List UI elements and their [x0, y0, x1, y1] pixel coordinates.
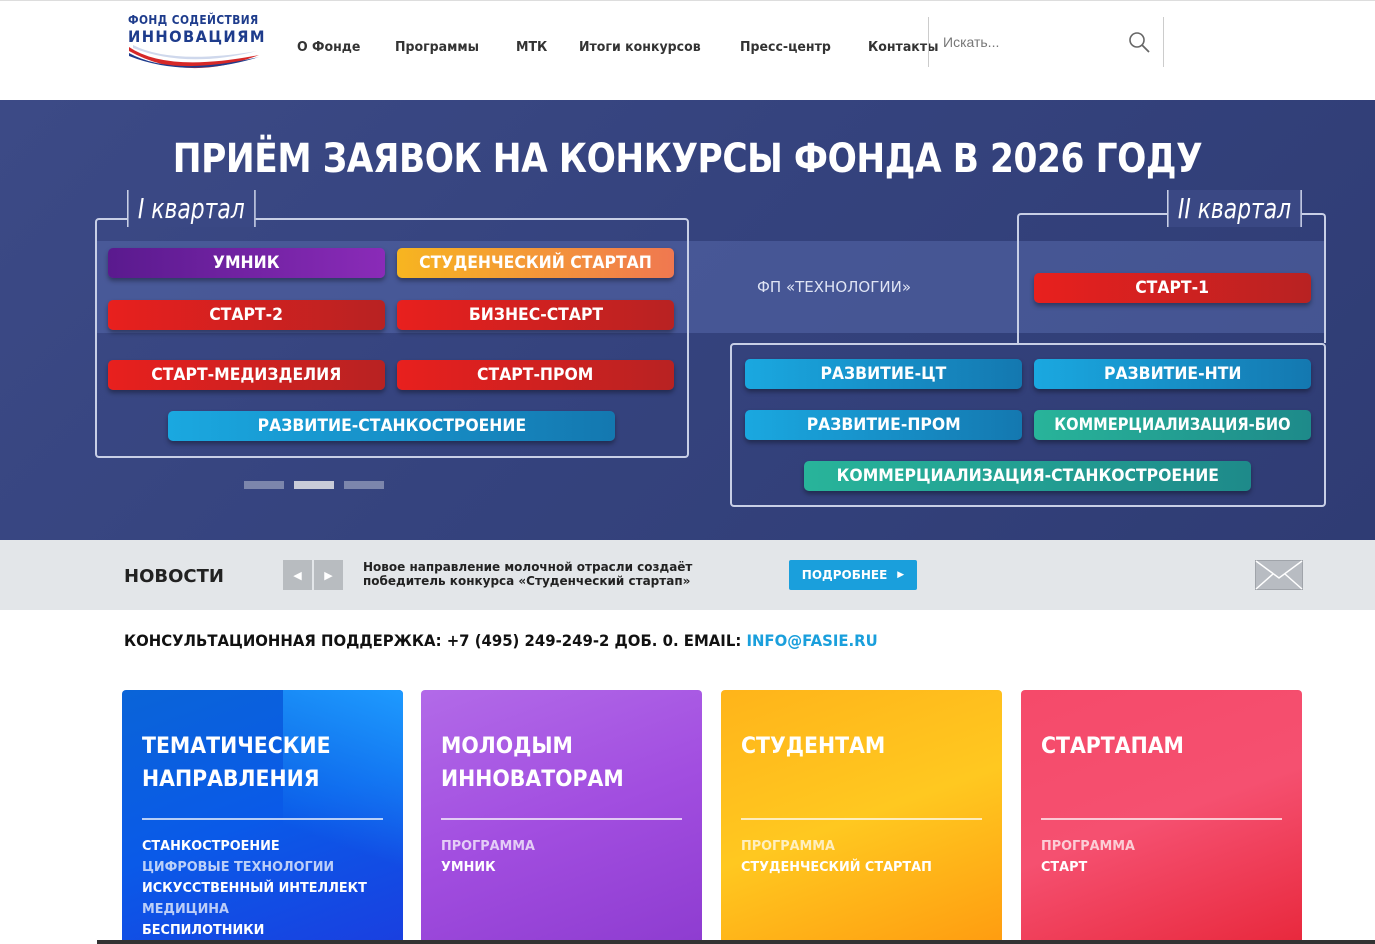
card-young-innovators[interactable]: МОЛОДЫМ ИННОВАТОРАМ ПРОГРАММА УМНИК [421, 690, 702, 944]
card-list: СТАНКОСТРОЕНИЕ ЦИФРОВЫЕ ТЕХНОЛОГИИ ИСКУС… [142, 836, 379, 941]
card-list: ПРОГРАММА УМНИК [441, 836, 540, 878]
card-title: СТАРТАПАМ [1041, 734, 1184, 759]
pill-start-prom[interactable]: СТАРТ-ПРОМ [397, 360, 674, 390]
card-program-label: ПРОГРАММА [741, 838, 835, 854]
nav-programs[interactable]: Программы [395, 39, 479, 55]
consult-email-link[interactable]: INFO@FASIE.RU [746, 631, 877, 650]
card-program-label: ПРОГРАММА [441, 838, 535, 854]
card-item-digital-tech[interactable]: ЦИФРОВЫЕ ТЕХНОЛОГИИ [142, 857, 367, 878]
nav-mtk[interactable]: МТК [516, 39, 547, 55]
search-box [928, 17, 1164, 67]
card-title: МОЛОДЫМ ИННОВАТОРАМ [441, 734, 624, 792]
pill-umnik[interactable]: УМНИК [108, 248, 385, 278]
search-icon[interactable] [1127, 30, 1151, 54]
pill-commercialization-bio[interactable]: КОММЕРЦИАЛИЗАЦИЯ-БИО [1034, 410, 1311, 440]
hero-banner[interactable]: ПРИЁМ ЗАЯВОК НА КОНКУРСЫ ФОНДА В 2026 ГО… [0, 100, 1375, 540]
consult-text: КОНСУЛЬТАЦИОННАЯ ПОДДЕРЖКА: +7 (495) 249… [124, 631, 747, 650]
news-prev-button[interactable]: ◀ [283, 560, 312, 590]
news-headline[interactable]: Новое направление молочной отрасли созда… [363, 560, 743, 588]
card-divider [142, 818, 383, 820]
q2-label: II квартал [1167, 190, 1303, 227]
site-header: ФОНД СОДЕЙСТВИЯ ИННОВАЦИЯМ О Фонде Прогр… [0, 0, 1375, 100]
nav-press[interactable]: Пресс-центр [740, 39, 831, 55]
news-more-button[interactable]: ПОДРОБНЕЕ ▶ [789, 560, 917, 590]
logo-swoosh-icon [129, 45, 259, 69]
mail-icon[interactable] [1255, 560, 1303, 590]
card-thematic-directions[interactable]: ТЕМАТИЧЕСКИЕ НАПРАВЛЕНИЯ СТАНКОСТРОЕНИЕ … [122, 690, 403, 944]
nav-about[interactable]: О Фонде [297, 39, 360, 55]
card-list: ПРОГРАММА СТУДЕНЧЕСКИЙ СТАРТАП [741, 836, 942, 878]
pill-start-1[interactable]: СТАРТ-1 [1034, 273, 1311, 303]
pill-commercialization-machine[interactable]: КОММЕРЦИАЛИЗАЦИЯ-СТАНКОСТРОЕНИЕ [804, 461, 1251, 491]
pill-razvitie-prom[interactable]: РАЗВИТИЕ-ПРОМ [745, 410, 1022, 440]
slider-dot-3[interactable] [344, 481, 384, 489]
pill-start-medical[interactable]: СТАРТ-МЕДИЗДЕЛИЯ [108, 360, 385, 390]
news-more-label: ПОДРОБНЕЕ [801, 568, 888, 582]
card-item-medicine[interactable]: МЕДИЦИНА [142, 899, 367, 920]
card-list: ПРОГРАММА СТАРТ [1041, 836, 1140, 878]
news-title: НОВОСТИ [124, 566, 224, 587]
slider-dot-1[interactable] [244, 481, 284, 489]
card-program-name[interactable]: СТАРТ [1041, 857, 1135, 878]
card-divider [1041, 818, 1282, 820]
card-item-ai[interactable]: ИСКУССТВЕННЫЙ ИНТЕЛЛЕКТ [142, 878, 367, 899]
pill-business-start[interactable]: БИЗНЕС-СТАРТ [397, 300, 674, 330]
pill-razvitie-ct[interactable]: РАЗВИТИЕ-ЦТ [745, 359, 1022, 389]
card-students[interactable]: СТУДЕНТАМ ПРОГРАММА СТУДЕНЧЕСКИЙ СТАРТАП [721, 690, 1002, 944]
news-next-button[interactable]: ▶ [314, 560, 343, 590]
card-program-name[interactable]: УМНИК [441, 857, 535, 878]
search-input[interactable] [943, 31, 1113, 53]
news-bar: НОВОСТИ ◀ ▶ Новое направление молочной о… [0, 540, 1375, 610]
pill-student-startup[interactable]: СТУДЕНЧЕСКИЙ СТАРТАП [397, 248, 674, 278]
slider-dots [244, 481, 384, 489]
fp-technology-label: ФП «ТЕХНОЛОГИИ» [757, 278, 911, 296]
fund-logo[interactable]: ФОНД СОДЕЙСТВИЯ ИННОВАЦИЯМ [127, 9, 267, 79]
card-startups[interactable]: СТАРТАПАМ ПРОГРАММА СТАРТ [1021, 690, 1302, 944]
main-nav: О Фонде Программы МТК Итоги конкурсов Пр… [297, 39, 974, 55]
card-divider [441, 818, 682, 820]
consult-support: КОНСУЛЬТАЦИОННАЯ ПОДДЕРЖКА: +7 (495) 249… [124, 631, 878, 650]
card-divider [741, 818, 982, 820]
pill-razvitie-nti[interactable]: РАЗВИТИЕ-НТИ [1034, 359, 1311, 389]
card-item-drones[interactable]: БЕСПИЛОТНИКИ [142, 920, 367, 941]
card-program-name[interactable]: СТУДЕНЧЕСКИЙ СТАРТАП [741, 857, 932, 878]
pill-razvitie-stankostroenie[interactable]: РАЗВИТИЕ-СТАНКОСТРОЕНИЕ [168, 411, 615, 441]
logo-line-1: ФОНД СОДЕЙСТВИЯ [128, 12, 259, 27]
caret-left-icon: ◀ [293, 569, 302, 582]
card-title: СТУДЕНТАМ [741, 734, 886, 759]
chevron-right-icon: ▶ [897, 570, 905, 580]
pill-start-2[interactable]: СТАРТ-2 [108, 300, 385, 330]
slider-dot-2[interactable] [294, 481, 334, 489]
q1-label: I квартал [127, 190, 256, 227]
banner-title: ПРИЁМ ЗАЯВОК НА КОНКУРСЫ ФОНДА В 2026 ГО… [172, 136, 1203, 182]
card-item-machine-tools[interactable]: СТАНКОСТРОЕНИЕ [142, 836, 367, 857]
card-program-label: ПРОГРАММА [1041, 838, 1135, 854]
card-title: ТЕМАТИЧЕСКИЕ НАПРАВЛЕНИЯ [142, 734, 331, 792]
caret-right-icon: ▶ [324, 569, 333, 582]
nav-results[interactable]: Итоги конкурсов [579, 39, 701, 55]
